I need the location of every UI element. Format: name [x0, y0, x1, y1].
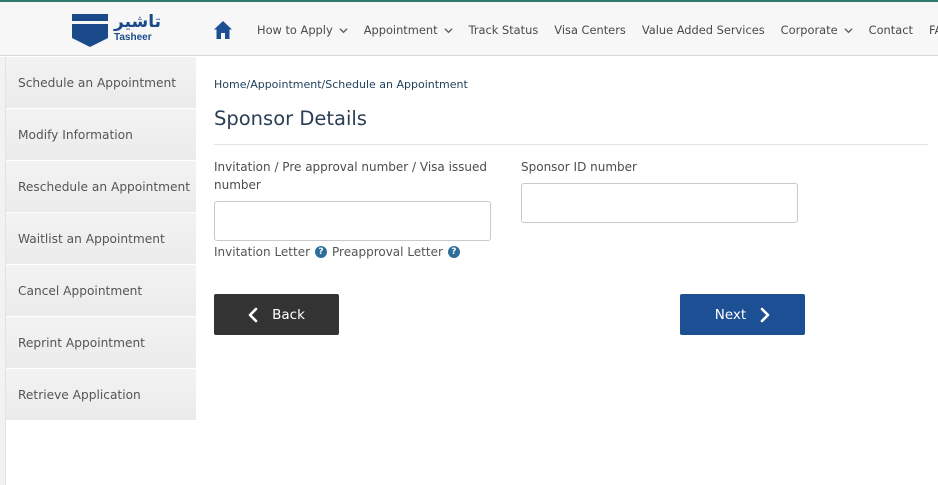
- logo-english-text: Tasheer: [114, 32, 152, 43]
- nav-label: FAQ: [928, 23, 938, 37]
- preapproval-letter-label: Preapproval Letter: [332, 245, 443, 259]
- chevron-down-icon: [339, 27, 348, 33]
- sidebar-item-schedule[interactable]: Schedule an Appointment: [6, 57, 196, 109]
- nav-appointment[interactable]: Appointment: [364, 23, 453, 37]
- nav-label: Contact: [868, 23, 913, 37]
- nav-contact[interactable]: Contact: [869, 23, 913, 37]
- nav-track-status[interactable]: Track Status: [469, 23, 539, 37]
- chevron-down-icon: [844, 27, 853, 33]
- sidebar-item-label: Waitlist an Appointment: [18, 231, 165, 246]
- nav-label: Visa Centers: [554, 23, 626, 37]
- nav-visa-centers[interactable]: Visa Centers: [554, 23, 626, 37]
- nav-how-to-apply[interactable]: How to Apply: [257, 23, 348, 37]
- sidebar-item-label: Reprint Appointment: [18, 335, 145, 350]
- breadcrumb[interactable]: Home/Appointment/Schedule an Appointment: [214, 78, 468, 91]
- nav-label: Value Added Services: [641, 23, 765, 37]
- sponsor-id-label: Sponsor ID number: [521, 160, 637, 174]
- invitation-letter-help-icon[interactable]: ?: [315, 246, 328, 258]
- preapproval-letter-help-icon[interactable]: ?: [447, 246, 460, 258]
- sponsor-id-input[interactable]: [521, 183, 798, 223]
- nav-faq[interactable]: FAQ: [929, 23, 938, 37]
- back-button-label: Back: [272, 306, 305, 323]
- sidebar-item-label: Reschedule an Appointment: [18, 179, 191, 194]
- nav-corporate[interactable]: Corporate: [781, 23, 853, 37]
- sidebar: Schedule an Appointment Modify Informati…: [6, 57, 196, 421]
- page-title: Sponsor Details: [214, 107, 367, 130]
- main-navigation: How to Apply Appointment Track Status Vi…: [257, 23, 938, 37]
- sidebar-item-label: Retrieve Application: [18, 387, 141, 402]
- sidebar-item-label: Modify Information: [18, 127, 133, 142]
- chevron-right-icon: [760, 307, 770, 322]
- invitation-letter-label: Invitation Letter: [214, 245, 311, 259]
- chevron-left-icon: [248, 307, 258, 322]
- back-button[interactable]: Back: [214, 294, 339, 335]
- chevron-down-icon: [444, 27, 453, 33]
- logo-arabic-text: تاشير: [114, 12, 161, 32]
- sidebar-item-waitlist[interactable]: Waitlist an Appointment: [6, 213, 196, 265]
- invitation-number-label: Invitation / Pre approval number / Visa …: [214, 160, 488, 192]
- sidebar-item-label: Schedule an Appointment: [18, 75, 176, 90]
- sidebar-item-reprint[interactable]: Reprint Appointment: [6, 317, 196, 369]
- nav-label: Track Status: [468, 23, 539, 37]
- letter-help-row: Invitation Letter ? Preapproval Letter ?: [214, 245, 465, 259]
- nav-label: Appointment: [363, 23, 438, 37]
- nav-label: Corporate: [780, 23, 838, 37]
- next-button-label: Next: [714, 306, 747, 323]
- title-divider: [214, 144, 928, 145]
- invitation-number-input[interactable]: [214, 201, 491, 241]
- sidebar-item-cancel[interactable]: Cancel Appointment: [6, 265, 196, 317]
- sidebar-item-label: Cancel Appointment: [18, 283, 143, 298]
- nav-value-added-services[interactable]: Value Added Services: [642, 23, 765, 37]
- site-header: تاشير Tasheer How to Apply Appointment T…: [0, 0, 938, 56]
- sidebar-item-reschedule[interactable]: Reschedule an Appointment: [6, 161, 196, 213]
- nav-label: How to Apply: [257, 23, 333, 37]
- logo-mark-icon: [72, 14, 108, 47]
- tasheer-logo[interactable]: تاشير Tasheer: [72, 12, 161, 52]
- sidebar-item-modify[interactable]: Modify Information: [6, 109, 196, 161]
- next-button[interactable]: Next: [680, 294, 805, 335]
- home-icon[interactable]: [213, 20, 233, 40]
- sidebar-item-retrieve[interactable]: Retrieve Application: [6, 369, 196, 421]
